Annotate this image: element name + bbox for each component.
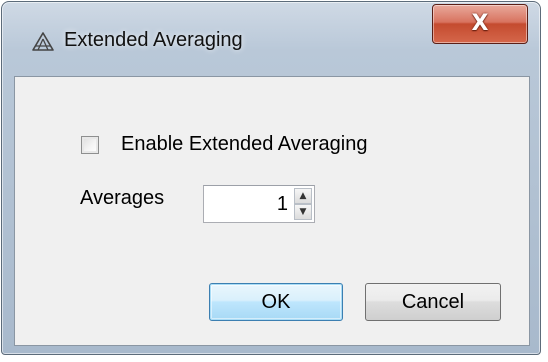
close-button[interactable]: X: [432, 4, 528, 44]
enable-averaging-label[interactable]: Enable Extended Averaging: [121, 133, 368, 156]
spin-down-button[interactable]: ▼: [294, 204, 312, 220]
enable-averaging-checkbox[interactable]: [81, 135, 99, 154]
spin-up-button[interactable]: ▲: [294, 188, 312, 204]
ok-button[interactable]: OK: [209, 283, 343, 321]
dialog-window: Extended Averaging X Enable Extended Ave…: [1, 1, 541, 355]
averages-spinbox[interactable]: 1 ▲ ▼: [203, 185, 315, 223]
close-icon: X: [471, 11, 489, 36]
spin-arrows: ▲ ▼: [294, 188, 312, 220]
enable-averaging-row[interactable]: Enable Extended Averaging: [81, 133, 368, 156]
dialog-content: Enable Extended Averaging Averages 1 ▲ ▼…: [14, 76, 530, 346]
averages-value[interactable]: 1: [277, 193, 288, 216]
averages-label: Averages: [80, 187, 165, 209]
app-icon: [30, 30, 56, 56]
window-title: Extended Averaging: [64, 29, 243, 51]
title-bar[interactable]: Extended Averaging X: [2, 2, 540, 76]
cancel-button[interactable]: Cancel: [365, 283, 501, 321]
